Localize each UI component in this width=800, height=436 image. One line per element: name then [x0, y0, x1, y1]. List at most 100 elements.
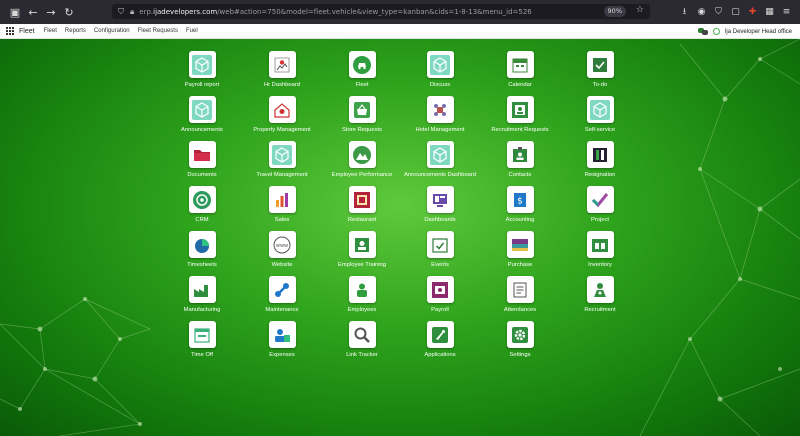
folder-icon[interactable]	[188, 141, 216, 168]
payroll-icon[interactable]	[426, 276, 454, 303]
link-tracker-icon[interactable]	[348, 321, 376, 348]
store-icon[interactable]	[348, 96, 376, 123]
app-tile-hotel-management[interactable]: Hotel Management	[410, 96, 470, 138]
app-tile-calendar[interactable]: Calendar	[490, 51, 550, 93]
recruitment-request-icon[interactable]	[506, 96, 534, 123]
app-tile-announcements-dashboard[interactable]: Announcements Dashboard	[404, 141, 476, 183]
app-grid-icon[interactable]	[6, 27, 14, 35]
menu-item-fleet-requests[interactable]: Fleet Requests	[138, 28, 178, 34]
account-icon[interactable]: ◉	[696, 4, 707, 19]
app-tile-applications[interactable]: Applications	[410, 321, 470, 363]
app-tile-settings[interactable]: Settings	[490, 321, 550, 363]
screenshot-icon[interactable]: ▦	[764, 4, 775, 19]
app-tile-fleet[interactable]: Fleet	[332, 51, 392, 93]
app-tile-restaurant[interactable]: Restaurant	[332, 186, 392, 228]
settings-icon[interactable]	[506, 321, 534, 348]
app-tile-to-do[interactable]: To-do	[570, 51, 630, 93]
app-tile-purchase[interactable]: Purchase	[490, 231, 550, 273]
back-icon[interactable]: ←	[24, 3, 42, 21]
sales-icon[interactable]	[268, 186, 296, 213]
app-tile-property-management[interactable]: Property Management	[252, 96, 312, 138]
app-tile-travel-management[interactable]: Travel Management	[252, 141, 312, 183]
cube-icon[interactable]	[426, 51, 454, 78]
accounting-icon[interactable]: $	[506, 186, 534, 213]
cube-icon[interactable]	[188, 96, 216, 123]
maintenance-icon[interactable]	[268, 276, 296, 303]
app-tile-maintenance[interactable]: Maintenance	[252, 276, 312, 318]
pocket-icon[interactable]: ▢	[730, 4, 741, 19]
app-tile-attendances[interactable]: Attendances	[490, 276, 550, 318]
app-tile-manufacturing[interactable]: Manufacturing	[172, 276, 232, 318]
menu-icon[interactable]: ≡	[781, 4, 792, 19]
inventory-icon[interactable]	[586, 231, 614, 258]
recruitment-icon[interactable]	[586, 276, 614, 303]
url-text[interactable]: erp.ijadevelopers.com/web#action=750&mod…	[139, 8, 650, 16]
app-tile-sales[interactable]: Sales	[252, 186, 312, 228]
dashboards-icon[interactable]	[426, 186, 454, 213]
employees-icon[interactable]	[348, 276, 376, 303]
app-tile-documents[interactable]: Documents	[172, 141, 232, 183]
reload-icon[interactable]: ↻	[60, 3, 78, 21]
expenses-icon[interactable]	[268, 321, 296, 348]
events-icon[interactable]	[426, 231, 454, 258]
calendar-icon[interactable]	[506, 51, 534, 78]
performance-icon[interactable]	[348, 141, 376, 168]
menu-item-fuel[interactable]: Fuel	[186, 28, 198, 34]
app-tile-employee-training[interactable]: Employee Training	[332, 231, 392, 273]
tracking-shield-icon[interactable]: ⛉	[118, 7, 124, 17]
resignation-icon[interactable]	[586, 141, 614, 168]
address-bar[interactable]: ⛉ 🔒︎ erp.ijadevelopers.com/web#action=75…	[112, 4, 650, 19]
current-app-name[interactable]: Fleet	[19, 28, 35, 35]
chat-icon[interactable]	[697, 28, 708, 35]
lock-icon[interactable]: 🔒︎	[130, 7, 134, 17]
cube-icon[interactable]	[188, 51, 216, 78]
app-tile-crm[interactable]: CRM	[172, 186, 232, 228]
app-tile-dashboards[interactable]: Dashboards	[410, 186, 470, 228]
crm-icon[interactable]	[188, 186, 216, 213]
hr-dashboard-icon[interactable]	[268, 51, 296, 78]
cube-icon[interactable]	[268, 141, 296, 168]
app-tile-payroll-report[interactable]: Payroll report	[172, 51, 232, 93]
app-tile-employee-performance[interactable]: Employee Performance	[332, 141, 392, 183]
addon-icon[interactable]: ✚	[747, 4, 758, 19]
manufacturing-icon[interactable]	[188, 276, 216, 303]
app-tile-hr-dashboard[interactable]: Hr Dashboard	[252, 51, 312, 93]
bookmark-star-icon[interactable]: ☆	[636, 5, 644, 15]
app-tile-self-service[interactable]: Self-service	[570, 96, 630, 138]
hotel-icon[interactable]	[426, 96, 454, 123]
app-tile-link-tracker[interactable]: Link Tracker	[332, 321, 392, 363]
app-tile-announcements[interactable]: Announcements	[172, 96, 232, 138]
app-tile-events[interactable]: Events	[410, 231, 470, 273]
zoom-level[interactable]: 90%	[603, 6, 626, 17]
downloads-icon[interactable]: ⭳	[679, 4, 690, 19]
app-tile-timesheets[interactable]: Timesheets	[172, 231, 232, 273]
company-switcher[interactable]: Ija Developer Head office	[725, 29, 792, 35]
cube-icon[interactable]	[426, 141, 454, 168]
contacts-icon[interactable]	[506, 141, 534, 168]
app-tile-inventory[interactable]: Inventory	[570, 231, 630, 273]
app-tile-payroll[interactable]: Payroll	[410, 276, 470, 318]
restaurant-icon[interactable]	[348, 186, 376, 213]
app-tile-recruitment-requests[interactable]: Recruitment Requests	[490, 96, 550, 138]
project-icon[interactable]	[586, 186, 614, 213]
website-icon[interactable]: www	[268, 231, 296, 258]
app-tile-resignation[interactable]: Resignation	[570, 141, 630, 183]
training-icon[interactable]	[348, 231, 376, 258]
app-tile-store-requests[interactable]: Store Requests	[332, 96, 392, 138]
purchase-icon[interactable]	[506, 231, 534, 258]
app-tile-website[interactable]: www Website	[252, 231, 312, 273]
app-tile-contacts[interactable]: Contacts	[490, 141, 550, 183]
attendances-icon[interactable]	[506, 276, 534, 303]
fleet-icon[interactable]	[348, 51, 376, 78]
app-tile-project[interactable]: Project	[570, 186, 630, 228]
app-tile-accounting[interactable]: $ Accounting	[490, 186, 550, 228]
app-tile-expenses[interactable]: Expenses	[252, 321, 312, 363]
forward-icon[interactable]: →	[42, 3, 60, 21]
app-tile-time-off[interactable]: Time Off	[172, 321, 232, 363]
property-icon[interactable]	[268, 96, 296, 123]
tab-list-icon[interactable]: ▣	[6, 3, 24, 21]
timesheets-icon[interactable]	[188, 231, 216, 258]
menu-item-reports[interactable]: Reports	[65, 28, 86, 34]
applications-icon[interactable]	[426, 321, 454, 348]
cube-icon[interactable]	[586, 96, 614, 123]
